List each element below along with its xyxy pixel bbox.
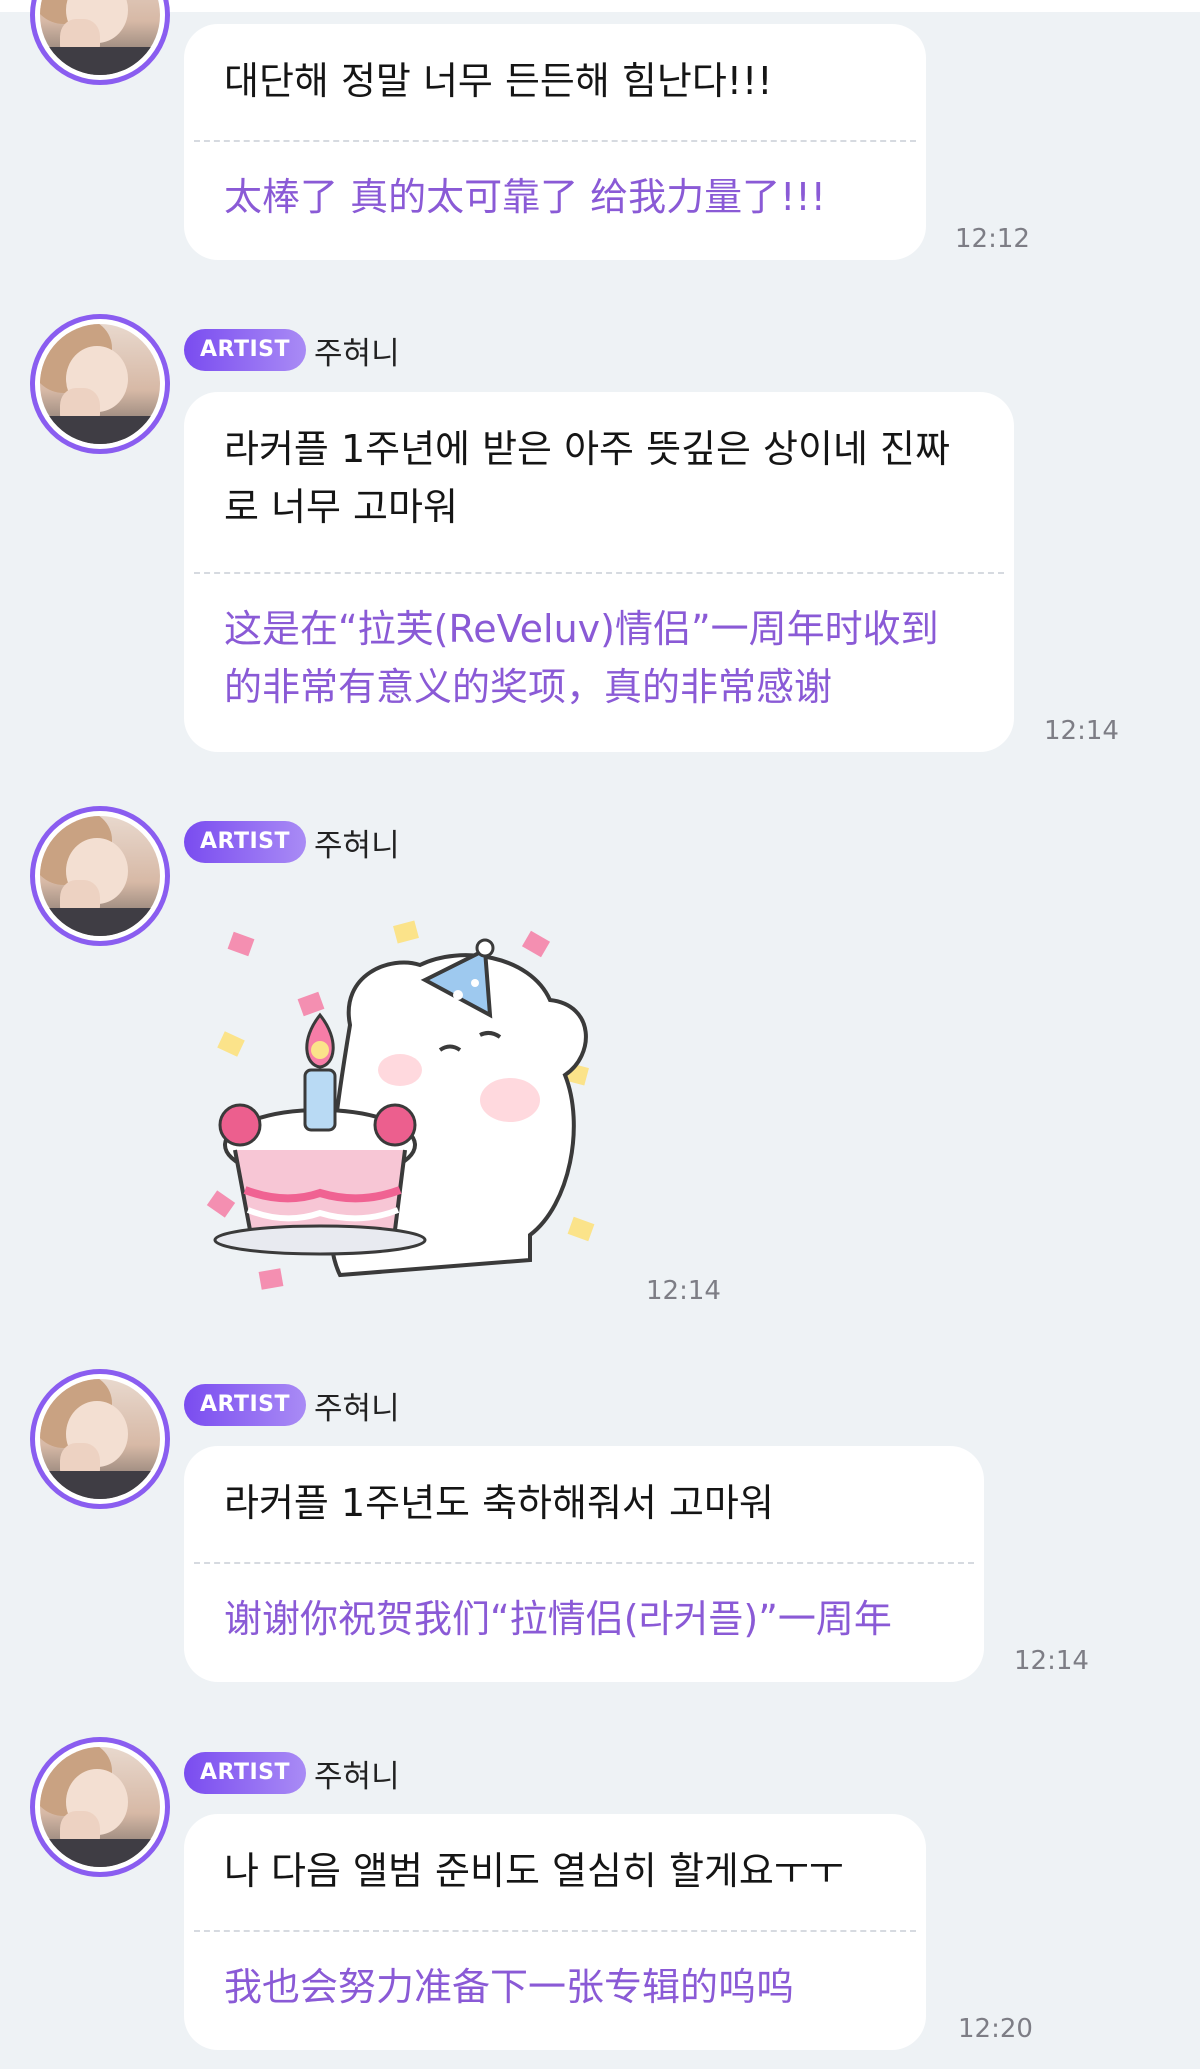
message-translation-text: 这是在“拉芙(ReVeluv)情侣”一周年时收到的非常有意义的奖项，真的非常感谢 (224, 607, 939, 709)
confetti (227, 931, 255, 957)
sender-name: 주혀니 (314, 827, 400, 864)
message-timestamp: 12:14 (1014, 1646, 1089, 1676)
avatar-photo (40, 816, 160, 936)
confetti (297, 991, 325, 1017)
confetti (521, 930, 551, 958)
message-timestamp: 12:14 (646, 1276, 721, 1306)
top-strip (0, 0, 1200, 12)
message-translation-text: 谢谢你祝贺我们“拉情侣(라커플)”一周年 (224, 1597, 892, 1641)
message-bubble[interactable]: 라커플 1주년에 받은 아주 뜻깊은 상이네 진짜로 너무 고마워 这是在“拉芙… (184, 392, 1014, 752)
birthday-cake-bear-sticker[interactable] (200, 905, 610, 1305)
avatar-photo (40, 1379, 160, 1499)
translation-divider (194, 1562, 974, 1564)
artist-badge: ARTIST (184, 1384, 307, 1426)
message-timestamp: 12:12 (955, 224, 1030, 254)
artist-avatar[interactable] (30, 806, 170, 946)
message-translation-text: 我也会努力准备下一张专辑的呜呜 (224, 1965, 795, 2009)
message-original-text: 나 다음 앨범 준비도 열심히 할게요ㅜㅜ (224, 1849, 844, 1893)
translation-divider (194, 572, 1004, 574)
avatar-photo (40, 324, 160, 444)
artist-badge: ARTIST (184, 1752, 307, 1794)
candle (303, 1068, 337, 1132)
message-original-text: 라커플 1주년에 받은 아주 뜻깊은 상이네 진짜로 너무 고마워 (224, 427, 950, 529)
confetti (393, 920, 419, 944)
message-original-text: 대단해 정말 너무 든든해 힘난다!!! (224, 59, 773, 103)
message-timestamp: 12:14 (1044, 716, 1119, 746)
artist-avatar[interactable] (30, 1737, 170, 1877)
artist-badge: ARTIST (184, 329, 307, 371)
message-timestamp: 12:20 (958, 2014, 1033, 2044)
message-bubble[interactable]: 라커플 1주년도 축하해줘서 고마워 谢谢你祝贺我们“拉情侣(라커플)”一周年 (184, 1446, 984, 1682)
confetti (217, 1031, 245, 1057)
artist-avatar[interactable] (30, 1369, 170, 1509)
confetti (206, 1190, 236, 1218)
confetti (567, 1216, 595, 1242)
sender-name: 주혀니 (314, 1758, 400, 1795)
translation-divider (194, 140, 916, 142)
confetti (258, 1268, 284, 1290)
translation-divider (194, 1930, 916, 1932)
avatar-photo (40, 0, 160, 75)
sender-row: ARTIST 주혀니 (184, 1751, 400, 1795)
sender-row: ARTIST 주혀니 (184, 328, 400, 372)
sender-row: ARTIST 주혀니 (184, 1383, 400, 1427)
message-translation-text: 太棒了 真的太可靠了 给我力量了!!! (224, 175, 826, 219)
message-bubble[interactable]: 대단해 정말 너무 든든해 힘난다!!! 太棒了 真的太可靠了 给我力量了!!! (184, 24, 926, 260)
artist-avatar[interactable] (30, 314, 170, 454)
artist-badge: ARTIST (184, 821, 307, 863)
artist-avatar[interactable] (30, 0, 170, 85)
sender-row: ARTIST 주혀니 (184, 820, 400, 864)
message-original-text: 라커플 1주년도 축하해줘서 고마워 (224, 1481, 774, 1525)
sender-name: 주혀니 (314, 1390, 400, 1427)
message-bubble[interactable]: 나 다음 앨범 준비도 열심히 할게요ㅜㅜ 我也会努力准备下一张专辑的呜呜 (184, 1814, 926, 2050)
sender-name: 주혀니 (314, 335, 400, 372)
avatar-photo (40, 1747, 160, 1867)
